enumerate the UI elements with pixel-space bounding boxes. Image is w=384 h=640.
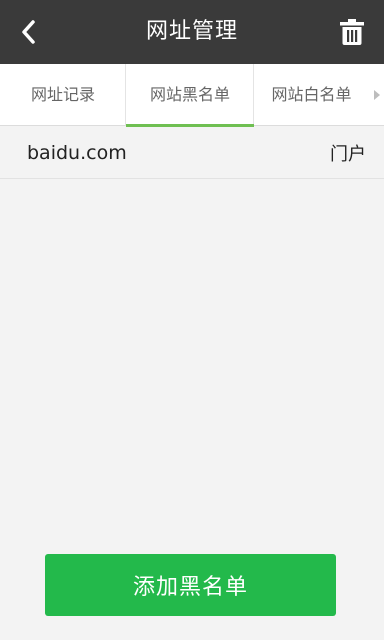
trash-icon — [340, 19, 364, 45]
triangle-right-icon — [373, 90, 380, 100]
tab-blacklist[interactable]: 网站黑名单 — [126, 64, 254, 127]
tab-bar: 网址记录 网站黑名单 网站白名单 — [0, 64, 384, 127]
tabs-scroll-right[interactable] — [369, 64, 384, 126]
site-category: 门户 — [330, 143, 366, 165]
header-bar: 网址管理 — [0, 0, 384, 64]
tab-label: 网址记录 — [30, 85, 95, 104]
tab-url-history[interactable]: 网址记录 — [0, 64, 126, 126]
delete-button[interactable] — [328, 0, 376, 64]
page-title: 网址管理 — [145, 19, 238, 44]
app-screen: 网址管理 网址记录 网站黑名单 网站白名单 baidu.com 门户 添加黑名单 — [0, 0, 384, 640]
add-blacklist-button[interactable]: 添加黑名单 — [45, 554, 336, 616]
tab-label: 网站白名单 — [271, 85, 352, 104]
blacklist-list: baidu.com 门户 — [0, 127, 384, 179]
tab-whitelist[interactable]: 网站白名单 — [254, 64, 369, 126]
site-url: baidu.com — [27, 141, 127, 164]
list-item[interactable]: baidu.com 门户 — [0, 127, 384, 179]
tab-label: 网站黑名单 — [149, 85, 230, 104]
